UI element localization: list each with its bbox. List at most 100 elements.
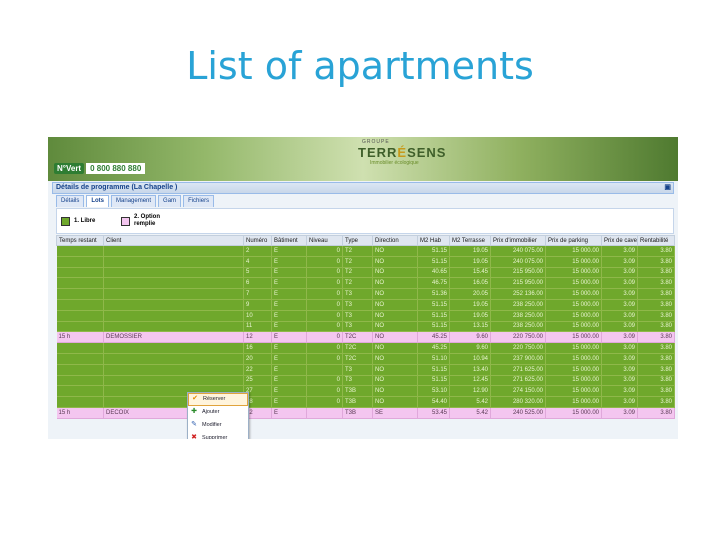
table-row[interactable]: 10 E 0 T3 NO 51.15 19.05 238 250.00 15 000.00 3.0… [56, 310, 675, 322]
table-row[interactable]: 2 E 0 T2 NO 51.15 19.05 240 075.00 15 000.00 3.09… [56, 245, 675, 257]
table-row[interactable]: 15 h DECOIX 22 E T3B SE 53.45 5.42 240 525.00 15 … [56, 407, 675, 419]
table-row[interactable]: 11 E 0 T3 NO 51.15 13.15 238 250.00 15 000.00 3.0… [56, 321, 675, 333]
table-cell: 0 [306, 245, 343, 257]
column-header[interactable]: Prix de parking [545, 235, 602, 246]
table-cell: 13.40 [449, 364, 491, 376]
table-cell: 3.09 [601, 256, 638, 268]
column-header[interactable]: Prix d'immobilier [490, 235, 546, 246]
table-cell: 3.09 [601, 310, 638, 322]
table-cell: 215 950.00 [490, 267, 546, 279]
table-row[interactable]: 22 E T3 NO 51.15 13.40 271 625.00 15 000.00 3.09… [56, 364, 675, 376]
panel-header: Détails de programme (La Chapelle ) ▣ [52, 182, 674, 194]
table-row[interactable]: 20 E 0 T2C NO 51.10 10.94 237 900.00 15 000.00 3.… [56, 353, 675, 365]
table-cell: 237 900.00 [490, 353, 546, 365]
tab-details[interactable]: Détails [56, 195, 85, 207]
table-cell: 3.09 [601, 375, 638, 387]
table-cell [306, 407, 343, 419]
menu-item[interactable]: ✎ Modifier [188, 419, 248, 432]
table-cell [306, 364, 343, 376]
table-cell: 0 [306, 353, 343, 365]
legend-option-label: 2. Option remplie [134, 214, 160, 227]
table-cell: E [271, 375, 307, 387]
table-cell: 54.40 [417, 396, 450, 408]
table-cell [56, 310, 104, 322]
table-cell: 3.80 [637, 267, 675, 279]
menu-item[interactable]: ✚ Ajouter [188, 406, 248, 419]
table-cell: E [271, 299, 307, 311]
tab-management[interactable]: Management [111, 195, 157, 207]
table-cell: T2 [342, 256, 373, 268]
menu-item[interactable]: ✔ Réserver [188, 393, 248, 406]
table-cell: T3 [342, 299, 373, 311]
menu-item[interactable]: ✖ Supprimer [188, 431, 248, 439]
table-cell: 20 [243, 353, 272, 365]
table-cell: E [271, 321, 307, 333]
column-header[interactable]: Temps restant [56, 235, 104, 246]
column-header[interactable]: Client [103, 235, 244, 246]
table-cell: 7 [243, 288, 272, 300]
table-row[interactable]: 4 E 0 T2 NO 51.15 19.05 240 075.00 15 000.00 3.09… [56, 256, 675, 268]
column-header[interactable]: Prix de cave [601, 235, 638, 246]
table-cell: T2 [342, 245, 373, 257]
table-cell: 5 [243, 267, 272, 279]
table-row[interactable]: 27 E 0 T3B NO 53.10 12.90 274 150.00 15 000.00 3.… [56, 385, 675, 398]
table-cell: 238 250.00 [490, 321, 546, 333]
add-icon: ✚ [191, 408, 197, 416]
table-row[interactable]: 9 E 0 T3 NO 51.15 19.05 238 250.00 15 000.00 3.09… [56, 299, 675, 311]
table-cell: 15 000.00 [545, 245, 602, 257]
column-header[interactable]: Bâtiment [271, 235, 307, 246]
table-row[interactable]: 25 E 0 T3 NO 51.15 12.45 271 625.00 15 000.00 3.0… [56, 375, 675, 387]
table-cell: 3.80 [637, 364, 675, 376]
column-header[interactable]: Direction [372, 235, 418, 246]
table-cell: 15 000.00 [545, 342, 602, 354]
table-cell: 19.05 [449, 256, 491, 268]
table-cell: E [271, 288, 307, 300]
table-cell [103, 342, 244, 354]
table-cell: T3B [342, 385, 373, 398]
tab-gam[interactable]: Gam [158, 195, 182, 207]
table-cell: 15 h [56, 331, 104, 344]
tab-lots[interactable]: Lots [86, 195, 110, 207]
collapse-icon[interactable]: ▣ [664, 183, 671, 193]
table-cell: E [271, 331, 307, 344]
column-header[interactable]: Type [342, 235, 373, 246]
column-header[interactable]: Niveau [306, 235, 343, 246]
column-header[interactable]: M2 Terrasse [449, 235, 491, 246]
table-cell: 238 250.00 [490, 299, 546, 311]
table-cell: NO [372, 331, 418, 344]
table-cell [103, 256, 244, 268]
table-cell: NO [372, 396, 418, 408]
table-row[interactable]: 15 h DEMOSSIER 12 E 0 T2C NO 45.25 9.60 220 750.0… [56, 331, 675, 344]
table-cell: 0 [306, 256, 343, 268]
table-row[interactable]: 16 E 0 T2C NO 45.25 9.60 220 750.00 15 000.00 3.0… [56, 342, 675, 354]
table-cell: 19.05 [449, 245, 491, 257]
table-cell: 3.80 [637, 407, 675, 419]
table-cell: 280 320.00 [490, 396, 546, 408]
table-cell: 51.36 [417, 288, 450, 300]
table-row[interactable]: 6 E 0 T2 NO 46.75 16.05 215 950.00 15 000.00 3.09… [56, 277, 675, 290]
table-cell: 3.09 [601, 321, 638, 333]
table-cell: 240 075.00 [490, 256, 546, 268]
nvert-label: N°Vert [54, 162, 85, 174]
table-cell: NO [372, 288, 418, 300]
tab-fichiers[interactable]: Fichiers [183, 195, 215, 207]
table-cell: NO [372, 385, 418, 398]
column-header[interactable]: Numéro [243, 235, 272, 246]
table-cell: 240 525.00 [490, 407, 546, 419]
column-header[interactable]: Rentabilité [637, 235, 675, 246]
column-header[interactable]: M2 Hab [417, 235, 450, 246]
table-cell [56, 245, 104, 257]
table-cell: 15 000.00 [545, 299, 602, 311]
table-cell: T2 [342, 267, 373, 279]
table-cell [56, 267, 104, 279]
table-cell: T2C [342, 331, 373, 344]
table-cell: 3.80 [637, 353, 675, 365]
table-row[interactable]: 7 E 0 T3 NO 51.36 20.05 252 136.00 15 000.00 3.09… [56, 288, 675, 300]
table-cell: NO [372, 277, 418, 290]
table-cell: 274 150.00 [490, 385, 546, 398]
table-cell [103, 375, 244, 387]
table-cell: T3B [342, 407, 373, 419]
table-cell: 45.25 [417, 331, 450, 344]
table-row[interactable]: 5 E 0 T2 NO 40.65 15.45 215 950.00 15 000.00 3.09… [56, 267, 675, 279]
table-row[interactable]: 28 E 0 T3B NO 54.40 5.42 280 320.00 15 000.00 3.0… [56, 396, 675, 408]
